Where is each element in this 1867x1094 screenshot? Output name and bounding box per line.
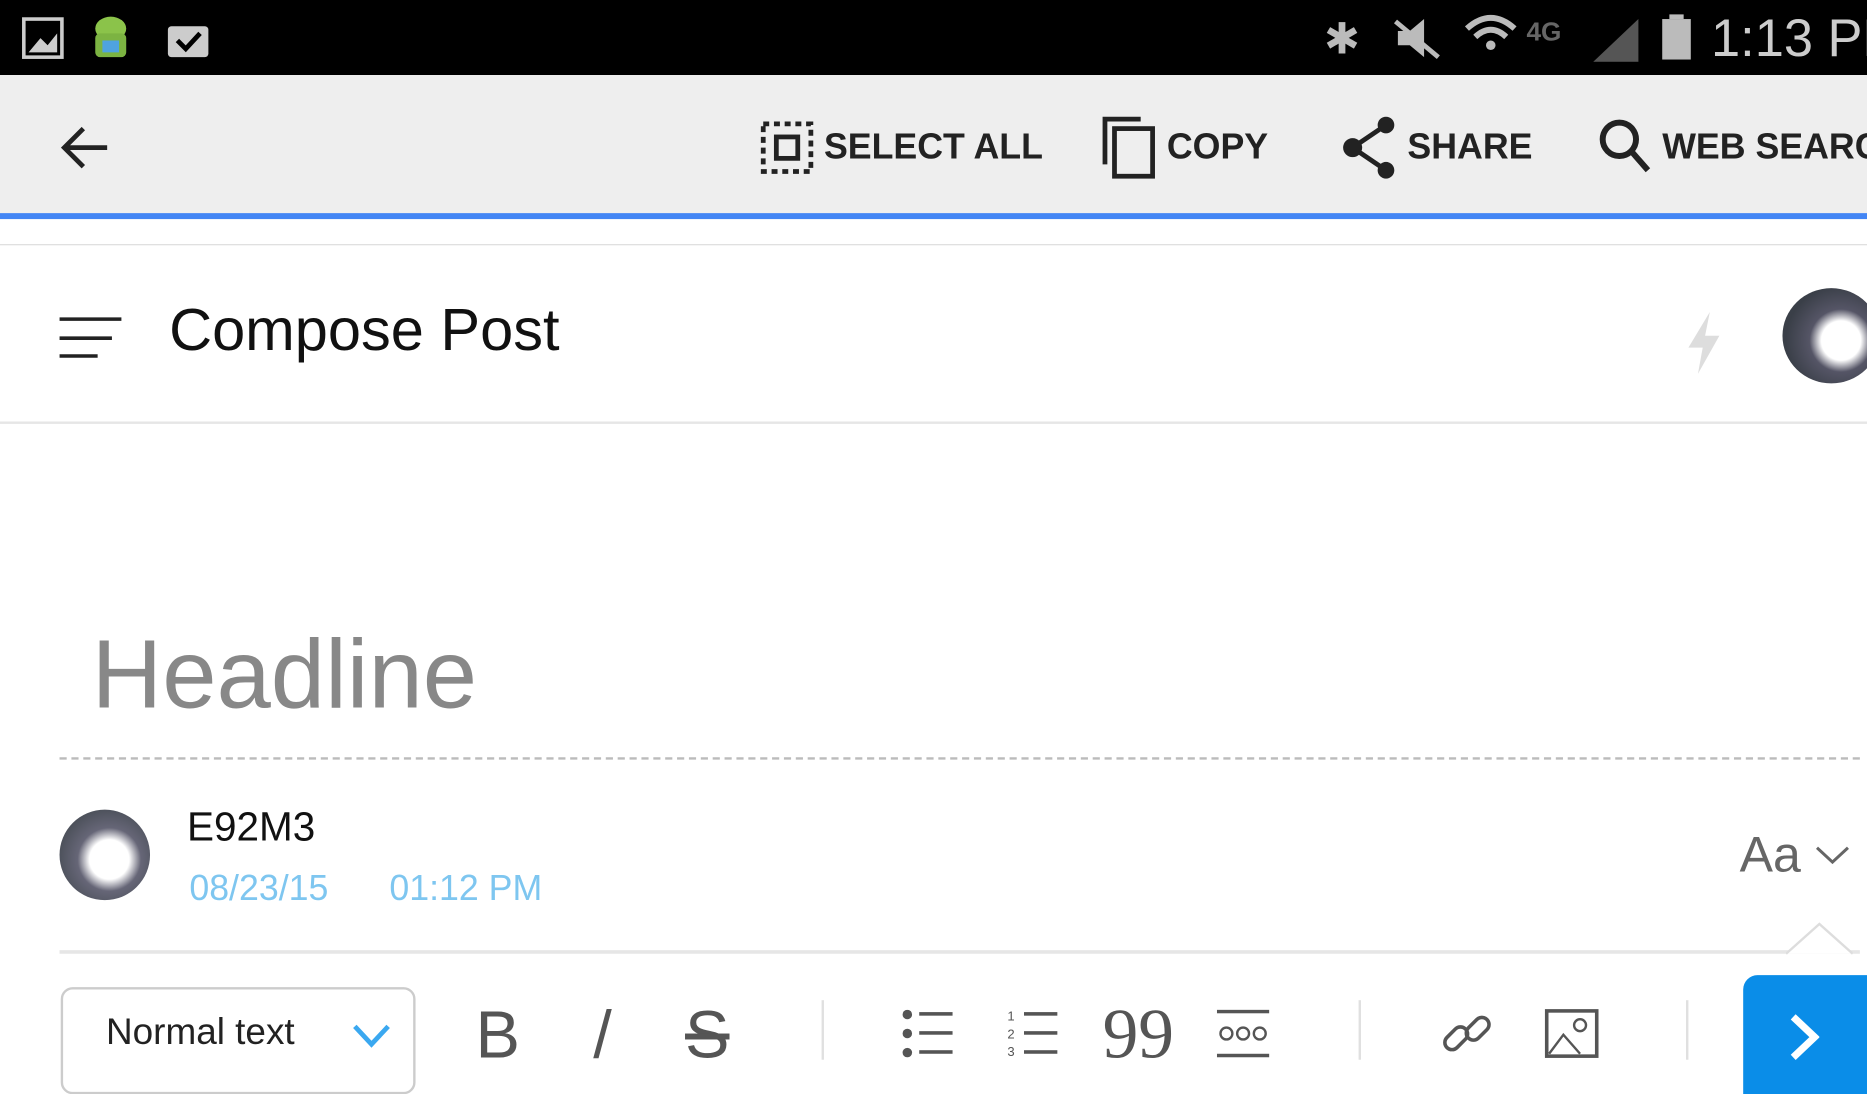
clock: 1:13 PM	[1711, 9, 1867, 68]
link-button[interactable]	[1431, 998, 1502, 1069]
select-all-button[interactable]: SELECT ALL	[760, 114, 1043, 181]
gallery-icon	[22, 17, 64, 59]
page-progress-bar	[0, 213, 1867, 220]
battery-icon	[1662, 14, 1691, 60]
share-button[interactable]: SHARE	[1341, 114, 1533, 181]
toolbar-separator	[1686, 1000, 1689, 1060]
bold-button[interactable]: B	[462, 996, 533, 1072]
headline-divider	[59, 757, 1860, 760]
horizontal-rule-icon	[1216, 1009, 1270, 1058]
share-label: SHARE	[1407, 127, 1533, 167]
page-title: Compose Post	[169, 296, 560, 364]
italic-button[interactable]: /	[567, 996, 638, 1072]
chevron-down-icon	[353, 1024, 390, 1048]
lightning-icon[interactable]	[1684, 311, 1724, 374]
select-all-label: SELECT ALL	[823, 127, 1043, 167]
bluetooth-icon: ✱	[1324, 14, 1360, 64]
image-button[interactable]	[1536, 998, 1607, 1069]
bullet-list-icon	[902, 1009, 953, 1058]
back-arrow-icon[interactable]	[57, 121, 112, 173]
bold-icon: B	[475, 996, 520, 1072]
toolbar-separator	[821, 1000, 824, 1060]
clipboard-check-icon	[167, 26, 209, 58]
share-icon	[1343, 116, 1395, 179]
more-button[interactable]	[1207, 998, 1278, 1069]
copy-button[interactable]: COPY	[1100, 114, 1268, 181]
caret-up-icon	[1786, 922, 1853, 955]
svg-text:3: 3	[1007, 1044, 1014, 1057]
quote-icon: 99	[1102, 993, 1175, 1073]
web-search-button[interactable]: WEB SEARCH	[1598, 114, 1867, 181]
android-icon	[95, 16, 127, 58]
strikethrough-icon: S	[685, 996, 730, 1072]
select-all-icon	[760, 121, 814, 174]
numbered-list-icon: 1 2 3	[1007, 1010, 1058, 1057]
vibrate-mute-icon	[1393, 19, 1440, 59]
svg-text:1: 1	[1007, 1010, 1014, 1024]
italic-icon: /	[593, 996, 612, 1072]
quote-button[interactable]: 99	[1103, 994, 1174, 1073]
format-select-value: Normal text	[105, 1010, 295, 1053]
link-icon	[1443, 1015, 1491, 1052]
chevron-right-icon	[1790, 1014, 1820, 1060]
font-size-toggle[interactable]: Aa	[1740, 826, 1801, 883]
bullet-list-button[interactable]	[893, 998, 964, 1069]
web-search-label: WEB SEARCH	[1662, 127, 1867, 167]
copy-icon	[1102, 116, 1155, 179]
image-icon	[1544, 1009, 1599, 1058]
post-date[interactable]: 08/23/15	[189, 869, 328, 909]
copy-label: COPY	[1166, 127, 1269, 167]
strikethrough-button[interactable]: S	[672, 996, 743, 1072]
wifi-icon	[1464, 14, 1517, 51]
format-select[interactable]: Normal text	[60, 987, 416, 1094]
numbered-list-button[interactable]: 1 2 3	[998, 998, 1069, 1069]
toolbar-divider	[59, 950, 1860, 954]
author-avatar	[59, 809, 151, 901]
svg-text:2: 2	[1007, 1026, 1014, 1041]
4g-lte-icon: 4G	[1526, 16, 1562, 47]
toolbar-separator	[1358, 1000, 1361, 1060]
author-name: E92M3	[186, 804, 316, 851]
search-icon	[1599, 119, 1651, 173]
signal-icon	[1593, 19, 1639, 62]
next-button[interactable]	[1743, 975, 1867, 1094]
chevron-down-icon[interactable]	[1815, 843, 1851, 867]
headline-input[interactable]: Headline	[92, 619, 477, 731]
status-bar: ✱ 4G 1:13 PM	[0, 0, 1867, 76]
post-time[interactable]: 01:12 PM	[389, 869, 542, 909]
menu-icon[interactable]	[59, 314, 122, 362]
